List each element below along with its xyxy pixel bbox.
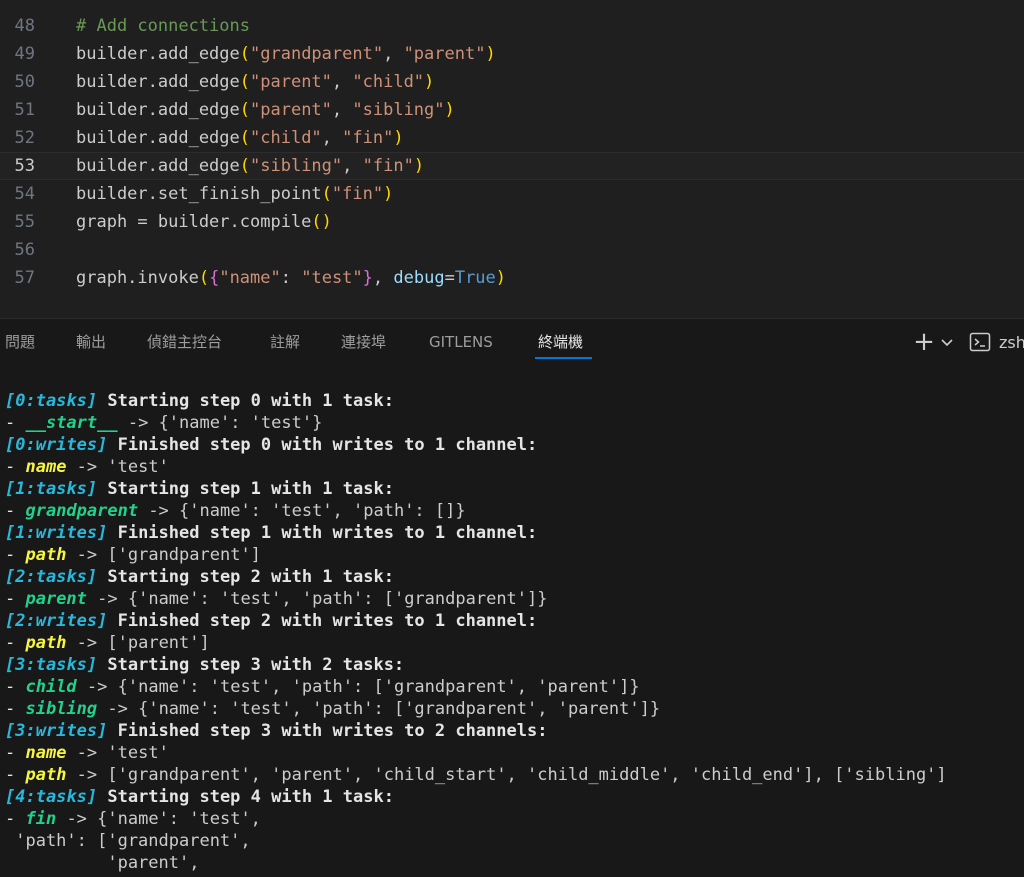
tab-problems[interactable]: 問題 [5,331,35,353]
code-text: graph.invoke({"name": "test"}, debug=Tru… [76,268,507,288]
terminal-line: - child -> {'name': 'test', 'path': ['gr… [5,677,640,697]
code-text: builder.add_edge("grandparent", "parent"… [76,44,496,64]
line-number: 53 [14,156,35,176]
terminal-name[interactable]: zsh [999,333,1024,352]
line-number: 56 [14,240,35,260]
terminal-line: [1:tasks] Starting step 1 with 1 task: [5,479,394,499]
code-text: builder.set_finish_point("fin") [76,184,394,204]
code-line[interactable]: 52 builder.add_edge("child", "fin") [0,124,1024,152]
code-line[interactable]: 53 builder.add_edge("sibling", "fin") [0,152,1024,180]
code-text: # Add connections [76,16,250,36]
line-number: 52 [14,128,35,148]
active-tab-indicator [535,357,592,359]
line-number: 48 [14,16,35,36]
code-line[interactable]: 48 # Add connections [0,12,1024,40]
code-text: builder.add_edge("sibling", "fin") [76,156,425,176]
line-number: 55 [14,212,35,232]
line-number: 57 [14,268,35,288]
terminal-line: [2:writes] Finished step 2 with writes t… [5,611,538,631]
tab-terminal[interactable]: 終端機 [538,331,583,353]
code-text: builder.add_edge("child", "fin") [76,128,404,148]
terminal-line: [3:writes] Finished step 3 with writes t… [5,721,548,741]
terminal-line: - path -> ['parent'] [5,633,210,653]
terminal-line: 'path': ['grandparent', [5,831,251,851]
terminal-icon[interactable] [969,331,991,353]
tab-output[interactable]: 輸出 [76,331,106,353]
terminal-line: [2:tasks] Starting step 2 with 1 task: [5,567,394,587]
terminal-line: - sibling -> {'name': 'test', 'path': ['… [5,699,661,719]
terminal-line: - path -> ['grandparent'] [5,545,261,565]
tab-comments[interactable]: 註解 [270,331,300,353]
code-line[interactable]: 51 builder.add_edge("parent", "sibling") [0,96,1024,124]
line-number: 54 [14,184,35,204]
panel-tab-bar: 問題 輸出 偵錯主控台 註解 連接埠 GITLENS 終端機 + zsh [0,319,1024,367]
code-editor[interactable]: 48 # Add connections 49 builder.add_edge("g… [0,0,1024,318]
tab-gitlens[interactable]: GITLENS [429,331,493,353]
line-number: 50 [14,72,35,92]
terminal-line: [0:writes] Finished step 0 with writes t… [5,435,538,455]
code-line[interactable]: 55 graph = builder.compile() [0,208,1024,236]
terminal-line: - path -> ['grandparent', 'parent', 'chi… [5,765,947,785]
chevron-down-icon[interactable] [938,331,956,353]
terminal-line: - name -> 'test' [5,743,169,763]
plus-icon[interactable]: + [912,329,936,355]
line-number: 49 [14,44,35,64]
tab-ports[interactable]: 連接埠 [341,331,386,353]
terminal-line: - parent -> {'name': 'test', 'path': ['g… [5,589,548,609]
tab-debug-console[interactable]: 偵錯主控台 [147,331,222,353]
code-text: builder.add_edge("parent", "sibling") [76,100,455,120]
code-line[interactable]: 57 graph.invoke({"name": "test"}, debug=T… [0,264,1024,292]
terminal-line: 'parent', [5,853,200,873]
code-line[interactable]: 50 builder.add_edge("parent", "child") [0,68,1024,96]
line-number: 51 [14,100,35,120]
code-line[interactable]: 54 builder.set_finish_point("fin") [0,180,1024,208]
code-line[interactable]: 49 builder.add_edge("grandparent", "paren… [0,40,1024,68]
code-text: builder.add_edge("parent", "child") [76,72,435,92]
terminal-output[interactable]: [0:tasks] Starting step 0 with 1 task: - … [0,367,1024,877]
terminal-line: [3:tasks] Starting step 3 with 2 tasks: [5,655,405,675]
code-line[interactable]: 56 [0,236,1024,264]
terminal-line: [0:tasks] Starting step 0 with 1 task: [5,391,394,411]
panel-actions: + zsh [912,329,1024,355]
terminal-line: [4:tasks] Starting step 4 with 1 task: [5,787,394,807]
terminal-line: - name -> 'test' [5,457,169,477]
terminal-line: - __start__ -> {'name': 'test'} [5,413,323,433]
terminal-line: - fin -> {'name': 'test', [5,809,261,829]
terminal-line: [1:writes] Finished step 1 with writes t… [5,523,538,543]
code-text: graph = builder.compile() [76,212,332,232]
terminal-line: - grandparent -> {'name': 'test', 'path'… [5,501,466,521]
